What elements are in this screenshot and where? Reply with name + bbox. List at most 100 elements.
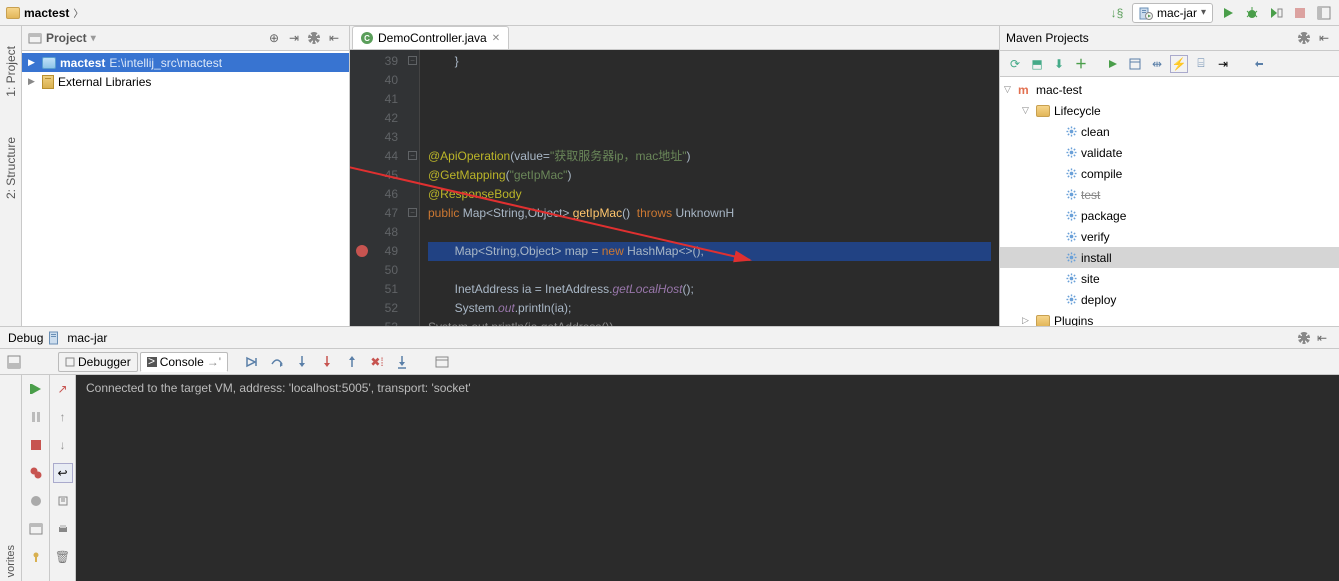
maven-tree-row[interactable]: install [1000,247,1339,268]
tab-console[interactable]: > Console →' [140,352,228,372]
view-breakpoints-icon[interactable] [26,463,46,483]
maven-tree-row[interactable]: clean [1000,121,1339,142]
debug-button[interactable] [1243,4,1261,22]
code-line[interactable]: System.out.println(ia); [428,299,991,318]
tab-structure-vertical[interactable]: 2: Structure [4,137,18,199]
layout-icon[interactable] [1315,4,1333,22]
code-area[interactable]: 394041424344454647484950515253 − − − } @Ap… [350,50,999,326]
stop-button[interactable] [1291,4,1309,22]
execute-goal-icon[interactable] [1126,55,1144,73]
breadcrumb[interactable]: mactest 〉 [6,5,83,20]
maven-settings-icon[interactable] [1250,55,1268,73]
maven-tree[interactable]: ▽mmac-test▽Lifecyclecleanvalidatecompile… [1000,77,1339,326]
down-stack-icon[interactable]: ↑ [53,407,73,427]
fold-icon[interactable]: − [408,151,417,160]
fold-icon[interactable]: − [408,56,417,65]
code-line[interactable]: System out println(ia getAddress()) [428,318,991,326]
maven-tree-row[interactable]: ▽mmac-test [1000,79,1339,100]
settings-icon[interactable] [1295,329,1313,347]
maven-tree-row[interactable]: package [1000,205,1339,226]
up-stack-icon[interactable]: ↗ [53,379,73,399]
maven-tree-row[interactable]: ▽Lifecycle [1000,100,1339,121]
drop-frame-icon[interactable]: ✖⁞ [367,352,387,372]
console-output[interactable]: Connected to the target VM, address: 'lo… [76,375,1339,581]
maven-tree-row[interactable]: verify [1000,226,1339,247]
show-exec-point-icon[interactable] [242,352,262,372]
show-deps-icon[interactable]: ⌸ [1192,55,1210,73]
code-line[interactable]: } [428,52,991,71]
step-over-icon[interactable] [267,352,287,372]
settings-icon[interactable] [305,29,323,47]
evaluate-expr-icon[interactable] [432,352,452,372]
fold-column[interactable]: − − − [406,50,420,326]
rerun-icon[interactable] [26,379,46,399]
hide-icon[interactable]: ⇤ [1315,29,1333,47]
maven-tree-row[interactable]: ▷Plugins [1000,310,1339,326]
code-line[interactable]: @ApiOperation(value="获取服务器ip，mac地址") [428,147,991,166]
maven-tree-row[interactable]: validate [1000,142,1339,163]
restore-layout-icon[interactable] [4,352,24,372]
run-button[interactable] [1219,4,1237,22]
code-line[interactable] [428,90,991,109]
tab-debugger[interactable]: Debugger [58,352,138,372]
soft-wrap-icon[interactable]: ↩ [53,463,73,483]
collapse-all-icon[interactable]: ⇥ [285,29,303,47]
code-line[interactable]: public Map<String,Object> getIpMac() thr… [428,204,991,223]
favorites-tab[interactable]: vorites [5,545,17,577]
code-line[interactable] [428,261,991,280]
maven-tree-row[interactable]: compile [1000,163,1339,184]
run-coverage-icon[interactable] [1267,4,1285,22]
expand-arrow-icon[interactable]: ▽ [1004,84,1014,95]
maven-tree-row[interactable]: test [1000,184,1339,205]
code-line[interactable]: Map<String,Object> map = new HashMap<>()… [428,242,991,261]
expand-arrow-icon[interactable]: ▶ [28,57,38,68]
code-line[interactable] [428,128,991,147]
tree-row-libs[interactable]: ▶ External Libraries [22,72,349,91]
scroll-end-icon[interactable] [53,491,73,511]
expand-arrow-icon[interactable]: ▷ [1022,315,1032,326]
settings-icon[interactable] [1295,29,1313,47]
reimport-icon[interactable]: ⟳ [1006,55,1024,73]
tree-row-module[interactable]: ▶ mactest E:\intellij_src\mactest [22,53,349,72]
code-line[interactable]: @GetMapping("getIpMac") [428,166,991,185]
generate-sources-icon[interactable]: ⬒ [1028,55,1046,73]
step-into-icon[interactable] [292,352,312,372]
code-line[interactable]: InetAddress ia = InetAddress.getLocalHos… [428,280,991,299]
breakpoint-icon[interactable] [356,245,368,257]
collapse-icon[interactable]: ⇥ [1214,55,1232,73]
print-icon[interactable] [53,519,73,539]
hide-icon[interactable]: ⇤ [325,29,343,47]
pin-tab-icon[interactable] [26,547,46,567]
code-line[interactable] [428,109,991,128]
maven-tree-row[interactable]: site [1000,268,1339,289]
mute-breakpoints-icon[interactable] [26,491,46,511]
expand-arrow-icon[interactable]: ▶ [28,76,38,87]
download-icon[interactable]: ⬇ [1050,55,1068,73]
sync-icon[interactable]: ↓§ [1108,4,1126,22]
editor-tab[interactable]: C DemoController.java ✕ [352,26,509,49]
force-step-into-icon[interactable] [317,352,337,372]
code-line[interactable] [428,71,991,90]
fold-icon[interactable]: − [408,208,417,217]
code-line[interactable]: @ResponseBody [428,185,991,204]
add-icon[interactable]: ＋ [1072,55,1090,73]
pause-icon[interactable] [26,407,46,427]
expand-arrow-icon[interactable]: ▽ [1022,105,1032,116]
clear-all-icon[interactable]: 🗑 [53,547,73,567]
scroll-target-icon[interactable]: ⊕ [265,29,283,47]
code-content[interactable]: } @ApiOperation(value="获取服务器ip，mac地址") @… [420,50,999,326]
close-icon[interactable]: ✕ [492,33,500,44]
tab-project-vertical[interactable]: 1: Project [4,46,18,97]
pin-icon[interactable]: →' [207,355,221,369]
next-icon[interactable]: ↓ [53,435,73,455]
toggle-offline-icon[interactable]: ⇹ [1148,55,1166,73]
code-line[interactable] [428,223,991,242]
stop-icon[interactable] [26,435,46,455]
layout-settings-icon[interactable] [26,519,46,539]
hide-icon[interactable]: ⇤ [1313,329,1331,347]
line-gutter[interactable]: 394041424344454647484950515253 [350,50,406,326]
toggle-skip-tests-icon[interactable]: ⚡ [1170,55,1188,73]
run-to-cursor-icon[interactable] [392,352,412,372]
maven-tree-row[interactable]: deploy [1000,289,1339,310]
project-tree[interactable]: ▶ mactest E:\intellij_src\mactest ▶ Exte… [22,51,349,326]
